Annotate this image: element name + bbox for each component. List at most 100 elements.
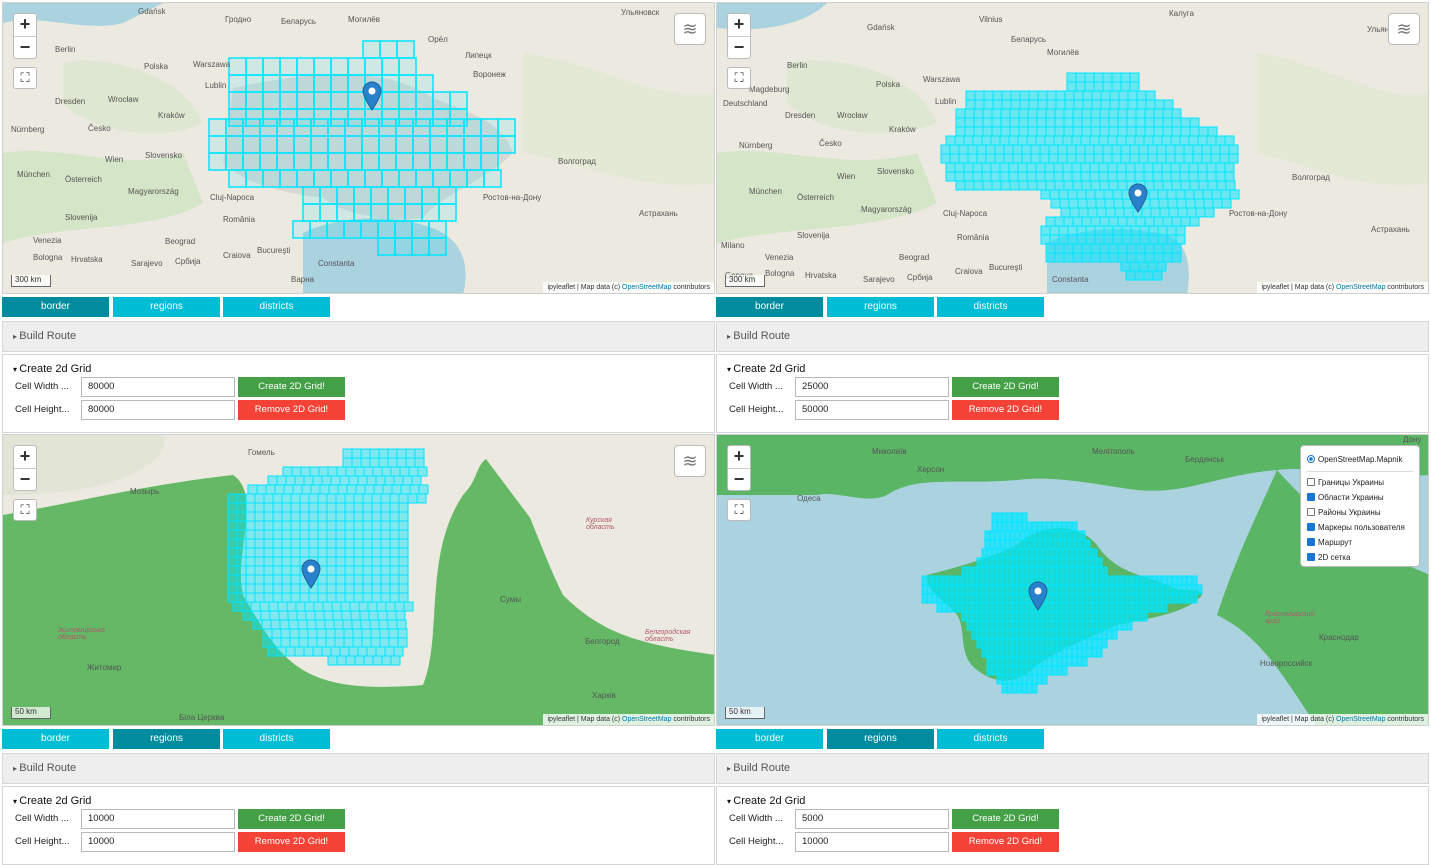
zoom-out-button[interactable]: −: [14, 36, 36, 58]
grid-cell: [381, 169, 400, 188]
grid-cell: [991, 647, 998, 658]
map-marker-icon[interactable]: [1028, 581, 1048, 611]
cell-width-input[interactable]: 80000: [81, 377, 235, 397]
zoom-out-button[interactable]: −: [14, 468, 36, 490]
cell-width-input[interactable]: 5000: [795, 809, 949, 829]
remove-grid-button[interactable]: Remove 2D Grid!: [238, 400, 345, 420]
grid-cell: [319, 484, 330, 495]
osm-link[interactable]: OpenStreetMap: [622, 716, 671, 723]
tab-border[interactable]: border: [716, 729, 823, 749]
create-grid-button[interactable]: Create 2D Grid!: [952, 809, 1059, 829]
zoom-in-button[interactable]: +: [728, 446, 750, 468]
grid-cell: [227, 556, 238, 567]
zoom-in-button[interactable]: +: [14, 14, 36, 36]
grid-cell: [343, 628, 354, 639]
tab-border[interactable]: border: [716, 297, 823, 317]
grid-cell: [1036, 647, 1043, 658]
grid-cell: [308, 592, 319, 603]
grid-cell: [362, 583, 373, 594]
overlay-option[interactable]: Районы Украины: [1307, 505, 1413, 520]
grid-cell: [1198, 180, 1209, 191]
map-marker-icon[interactable]: [362, 81, 382, 111]
tab-districts[interactable]: districts: [937, 297, 1044, 317]
grid-cell: [370, 628, 381, 639]
tab-districts[interactable]: districts: [937, 729, 1044, 749]
grid-cell: [388, 628, 399, 639]
grid-cell: [254, 574, 265, 585]
grid-cell: [973, 180, 984, 191]
create-grid-button[interactable]: Create 2D Grid!: [238, 377, 345, 397]
grid-cell: [386, 610, 397, 621]
tab-regions[interactable]: regions: [827, 297, 934, 317]
grid-cell: [349, 601, 360, 612]
base-layer-option[interactable]: OpenStreetMap.Mapnik: [1307, 452, 1413, 467]
overlay-option[interactable]: 2D сетка: [1307, 550, 1413, 565]
checkbox-checked-icon: [1307, 553, 1315, 561]
grid-accordion-header[interactable]: ▾ Create 2d Grid: [13, 795, 91, 807]
overlay-option[interactable]: Маркеры пользователя: [1307, 520, 1413, 535]
remove-grid-button[interactable]: Remove 2D Grid!: [952, 400, 1059, 420]
layers-icon[interactable]: ≋: [1388, 13, 1420, 45]
overlay-option[interactable]: Области Украины: [1307, 490, 1413, 505]
osm-link[interactable]: OpenStreetMap: [622, 284, 671, 291]
build-route-accordion[interactable]: ▸ Build Route: [2, 321, 715, 352]
grid-accordion-header[interactable]: ▾ Create 2d Grid: [727, 795, 805, 807]
grid-cell: [1044, 162, 1055, 173]
map-view[interactable]: Gdańsk Гродно Беларусь Могилёв Ульяновск…: [2, 2, 715, 294]
zoom-out-button[interactable]: −: [728, 36, 750, 58]
cell-height-input[interactable]: 10000: [81, 832, 235, 852]
tab-regions[interactable]: regions: [827, 729, 934, 749]
grid-cell: [1181, 584, 1188, 595]
grid-cell: [254, 493, 265, 504]
grid-cell: [411, 475, 422, 486]
osm-link[interactable]: OpenStreetMap: [1336, 284, 1385, 291]
fullscreen-icon[interactable]: ⛶: [13, 67, 37, 89]
tab-border[interactable]: border: [2, 729, 109, 749]
map-marker-icon[interactable]: [1128, 183, 1148, 213]
cell-width-input[interactable]: 25000: [795, 377, 949, 397]
map-view[interactable]: Миколаїв Мелітополь Херсон Одеса Бердянс…: [716, 434, 1429, 726]
tab-regions[interactable]: regions: [113, 297, 220, 317]
tab-border[interactable]: border: [2, 297, 109, 317]
fullscreen-icon[interactable]: ⛶: [727, 67, 751, 89]
grid-cell: [974, 99, 985, 110]
build-route-accordion[interactable]: ▸ Build Route: [716, 321, 1429, 352]
build-route-accordion[interactable]: ▸ Build Route: [2, 753, 715, 784]
overlay-option[interactable]: Границы Украины: [1307, 475, 1413, 490]
osm-link[interactable]: OpenStreetMap: [1336, 716, 1385, 723]
cell-height-input[interactable]: 50000: [795, 400, 949, 420]
layers-icon[interactable]: ≋: [674, 445, 706, 477]
map-marker-icon[interactable]: [301, 559, 321, 589]
grid-cell: [1066, 144, 1077, 155]
build-route-accordion[interactable]: ▸ Build Route: [716, 753, 1429, 784]
grid-cell: [1064, 539, 1071, 550]
grid-accordion-header[interactable]: ▾ Create 2d Grid: [13, 363, 91, 375]
fullscreen-icon[interactable]: ⛶: [727, 499, 751, 521]
grid-cell: [362, 592, 373, 603]
grid-cell: [1016, 620, 1023, 631]
zoom-in-button[interactable]: +: [728, 14, 750, 36]
cell-height-input[interactable]: 80000: [81, 400, 235, 420]
overlay-option[interactable]: Маршрут: [1307, 535, 1413, 550]
grid-cell: [390, 655, 401, 666]
cell-width-input[interactable]: 10000: [81, 809, 235, 829]
grid-cell: [1099, 126, 1110, 137]
grid-cell: [438, 203, 457, 222]
tab-districts[interactable]: districts: [223, 729, 330, 749]
remove-grid-button[interactable]: Remove 2D Grid!: [238, 832, 345, 852]
map-view[interactable]: Gdańsk Vilnius Беларусь Могилёв Калуга У…: [716, 2, 1429, 294]
cell-height-input[interactable]: 10000: [795, 832, 949, 852]
fullscreen-icon[interactable]: ⛶: [13, 499, 37, 521]
create-grid-button[interactable]: Create 2D Grid!: [952, 377, 1059, 397]
grid-accordion-header[interactable]: ▾ Create 2d Grid: [727, 363, 805, 375]
zoom-out-button[interactable]: −: [728, 468, 750, 490]
tab-regions[interactable]: regions: [113, 729, 220, 749]
map-view[interactable]: Гомель Мозырь Курская область Сумы Белго…: [2, 434, 715, 726]
zoom-in-button[interactable]: +: [14, 446, 36, 468]
tab-districts[interactable]: districts: [223, 297, 330, 317]
grid-cell: [1156, 584, 1163, 595]
create-grid-button[interactable]: Create 2D Grid!: [238, 809, 345, 829]
grid-cell: [313, 57, 332, 76]
layers-icon[interactable]: ≋: [674, 13, 706, 45]
remove-grid-button[interactable]: Remove 2D Grid!: [952, 832, 1059, 852]
